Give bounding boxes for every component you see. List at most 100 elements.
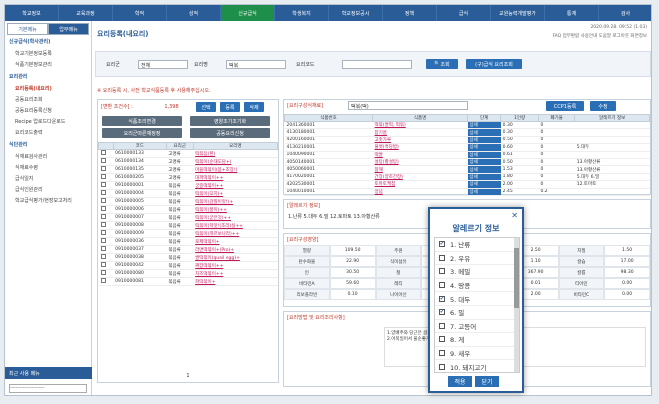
table-row[interactable]: 0610000205 고명류 대파떡볶이++ [98, 173, 278, 182]
table-row[interactable]: 4130180001 찹기름 상세 0.30 0 [284, 128, 650, 137]
allergy-option[interactable]: 3. 메밀 [435, 265, 519, 279]
nav-item-0[interactable]: 학교정보 [5, 5, 59, 21]
table-row[interactable]: 4202530001 토마토케첩 상세 2.00 0 12.토마토 [284, 180, 650, 189]
allergy-option[interactable]: ✔ 6. 밀 [435, 306, 519, 320]
checkbox-icon[interactable] [100, 246, 106, 251]
sidebar-item-7[interactable]: 요리코드출력 [5, 127, 91, 138]
dish-name-link[interactable]: 떡볶이(꼬치)+ [193, 189, 278, 198]
row-checkbox[interactable] [98, 253, 114, 262]
table-row[interactable]: 0610000133 고명류 떡볶음(흰) [98, 149, 278, 158]
table-row[interactable]: 0910000038 볶음류 쌀떡볶이(quail egg)+ [98, 253, 278, 262]
checkbox[interactable] [439, 363, 445, 370]
sidebar-item-9[interactable]: 식재료검사관리 [5, 151, 91, 162]
checkbox-icon[interactable] [100, 214, 106, 219]
detail-button[interactable]: 상세 [467, 128, 501, 137]
checkbox-icon[interactable] [100, 238, 106, 243]
detail-button[interactable]: 상세 [467, 121, 501, 130]
dish-name-link[interactable]: 짜장떡볶이++ [193, 261, 278, 270]
nav-item-10[interactable]: 통계 [545, 5, 599, 21]
checkbox[interactable]: ✔ [439, 309, 445, 316]
table-row[interactable]: 0910000004 볶음류 떡볶이(꼬치)+ [98, 189, 278, 198]
table-row[interactable]: 0910000037 볶음류 라면떡볶이+(Pro)+ [98, 245, 278, 254]
allergy-option[interactable]: 8. 게 [435, 333, 519, 347]
dish-name-link[interactable]: 궁중떡볶이++ [193, 181, 278, 190]
row-checkbox[interactable] [98, 229, 114, 238]
row-checkbox[interactable] [98, 205, 114, 214]
table-row[interactable]: 4050060001 참깨 상세 1.53 0 13.아황산류 [284, 165, 650, 174]
detail-button[interactable]: 상세 [467, 136, 501, 145]
allergy-option[interactable]: 4. 땅콩 [435, 279, 519, 293]
sidebar-item-12[interactable]: 급식인원관리 [5, 184, 91, 195]
allergy-option[interactable]: 9. 새우 [435, 347, 519, 361]
search-button[interactable]: 🔍 조회 [426, 59, 458, 69]
detail-button[interactable]: 상세 [467, 188, 501, 196]
checkbox[interactable] [439, 322, 445, 329]
table-row[interactable]: 4170020001 간장(양조간장) 상세 1.80 0 5.대두 6.밀 [284, 173, 650, 182]
dish-code-input[interactable] [342, 60, 412, 69]
sidebar-item-4[interactable]: 공동요리조회 [5, 94, 91, 105]
table-row[interactable]: 0910000001 볶음류 궁중떡볶이++ [98, 181, 278, 190]
close-button[interactable]: 닫기 [475, 376, 499, 387]
nav-item-8[interactable]: 급식 [437, 5, 491, 21]
dish-name-link[interactable]: 떡볶이(풍미)++ [193, 205, 278, 214]
ccp-register-button[interactable]: CCP1등록 [546, 101, 584, 111]
sidebar-item-11[interactable]: 급식일지 [5, 173, 91, 184]
table-row[interactable]: 0910000005 볶음류 떡볶이(감칠이맛!)+ [98, 197, 278, 206]
checkbox-icon[interactable] [100, 262, 106, 267]
allergy-option[interactable]: 10. 돼지고기 [435, 360, 519, 372]
nav-item-1[interactable]: 교육과정 [59, 5, 113, 21]
checkbox-icon[interactable] [100, 222, 106, 227]
table-row[interactable]: 0910000006 볶음류 떡볶이(풍미)++ [98, 205, 278, 214]
checkbox-icon[interactable] [100, 150, 106, 155]
table-row[interactable]: 2041360001 떡볶(쌀떡, 떡볶) 상세 0.30 0 [284, 121, 650, 130]
checkbox[interactable]: ✔ [439, 241, 445, 248]
checkbox[interactable] [439, 336, 445, 343]
row-checkbox[interactable] [98, 269, 114, 278]
nav-item-7[interactable]: 정책 [383, 5, 437, 21]
checkbox[interactable] [439, 268, 445, 275]
sidebar-item-13[interactable]: 학교급식평가/현장모고처리 [5, 195, 91, 206]
detail-button[interactable]: 상세 [467, 158, 501, 167]
dish-name-link[interactable]: 치즈떡볶이++ [193, 269, 278, 278]
nav-item-3[interactable]: 성적 [167, 5, 221, 21]
page-number[interactable]: 1 [98, 373, 278, 379]
checkbox-icon[interactable] [100, 278, 106, 283]
nav-item-5[interactable]: 학생복지 [275, 5, 329, 21]
checkbox[interactable] [439, 350, 445, 357]
row-checkbox[interactable] [98, 157, 114, 166]
dish-name-link[interactable]: 떡볶이(까르보나라)++ [193, 229, 278, 238]
dish-name-link[interactable]: 떡볶이(굳은것)++ [193, 213, 278, 222]
detail-button[interactable]: 상세 [467, 143, 501, 152]
table-row[interactable]: 4050140001 설탕(황설탕) 상세 0.50 0 13.아황산류 [284, 158, 650, 167]
checkbox[interactable] [439, 282, 445, 289]
table-row[interactable]: 0910000042 볶음류 짜장떡볶이++ [98, 261, 278, 270]
tab-basic-menu[interactable]: 기본메뉴 [7, 23, 48, 35]
nav-item-6[interactable]: 학교정보공시 [329, 5, 383, 21]
checkbox-icon[interactable] [100, 230, 106, 235]
row-checkbox[interactable] [98, 197, 114, 206]
sidebar-item-2[interactable]: 요리관리 [5, 70, 91, 83]
sidebar-item-10[interactable]: 식재료수령 [5, 162, 91, 173]
dish-name-link[interactable]: 대파떡볶이++ [193, 173, 278, 182]
nav-item-9[interactable]: 교원능력개발평가 [491, 5, 545, 21]
sidebar-item-1[interactable]: 식품기본정보관리 [5, 59, 91, 70]
tab-work-menu[interactable]: 업무메뉴 [48, 23, 89, 35]
sidebar-item-6[interactable]: Recipe 업로드다운로드 [5, 116, 91, 127]
row-checkbox[interactable] [98, 261, 114, 270]
allergy-option[interactable]: ✔ 1. 난류 [435, 238, 519, 252]
checkbox-icon[interactable] [100, 206, 106, 211]
checkbox-icon[interactable] [100, 254, 106, 259]
table-row[interactable]: 1040010001 양념 상세 2.45 0.2 [284, 188, 650, 196]
checkbox-icon[interactable] [100, 190, 106, 195]
utility-links[interactable]: FAQ 업무편람 사용안내 도움말 로그아웃 화면정보 [552, 33, 647, 39]
dish-name-link[interactable]: 쌀떡볶이(quail egg)+ [193, 253, 278, 262]
row-checkbox[interactable] [98, 165, 114, 174]
table-row[interactable]: 1040090001 떡쌀 상세 0.61 0 [284, 151, 650, 159]
checkbox-icon[interactable] [100, 166, 106, 171]
scrollbar[interactable] [514, 238, 519, 372]
scrollbar-thumb[interactable] [514, 248, 519, 308]
checkbox-icon[interactable] [100, 158, 106, 163]
row-checkbox[interactable] [98, 237, 114, 246]
dish-name-link[interactable]: 로제떡볶이+ [193, 237, 278, 246]
detail-button[interactable]: 상세 [467, 173, 501, 182]
